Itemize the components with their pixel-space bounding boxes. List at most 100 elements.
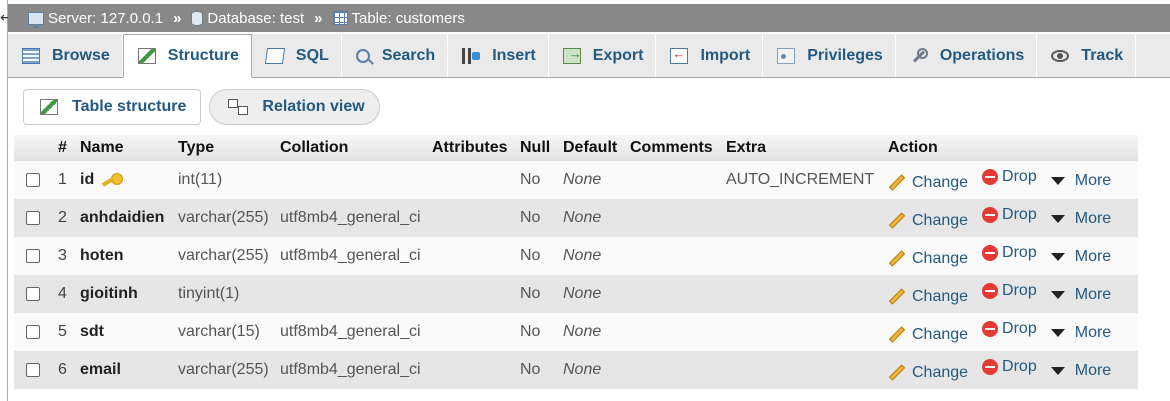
breadcrumb-database[interactable]: Database: test	[191, 10, 304, 27]
row-checkbox-cell	[14, 237, 54, 275]
tab-browse[interactable]: Browse	[8, 34, 123, 77]
pencil-icon	[888, 250, 906, 267]
caret-down-icon	[1050, 177, 1065, 186]
row-checkbox[interactable]	[26, 286, 40, 301]
tab-tracking[interactable]: Track	[1037, 34, 1137, 77]
column-default: None	[559, 351, 626, 389]
drop-label: Drop	[1002, 320, 1037, 338]
pencil-icon	[888, 174, 906, 191]
header-name[interactable]: Name	[76, 135, 174, 161]
row-checkbox[interactable]	[26, 172, 40, 187]
row-number: 3	[54, 237, 76, 275]
row-checkbox-cell	[14, 313, 54, 351]
tab-label: SQL	[295, 46, 329, 64]
change-link[interactable]: Change	[888, 364, 968, 382]
main-tabs: Browse Structure SQL Search Insert Expor…	[8, 34, 1170, 78]
more-dropdown[interactable]: More	[1050, 362, 1111, 380]
drop-link[interactable]: Drop	[982, 206, 1037, 224]
pencil-icon	[888, 326, 906, 343]
drop-link[interactable]: Drop	[982, 244, 1037, 262]
drop-link[interactable]: Drop	[982, 282, 1037, 300]
column-collation	[276, 275, 428, 313]
subtab-relation-view[interactable]: Relation view	[209, 89, 380, 125]
more-label: More	[1074, 286, 1112, 304]
column-name: id	[80, 171, 95, 188]
drop-link[interactable]: Drop	[982, 358, 1037, 376]
action-cell: Change Drop More	[884, 351, 1138, 389]
subtab-table-structure[interactable]: Table structure	[23, 89, 202, 125]
breadcrumb-server[interactable]: Server: 127.0.0.1	[28, 10, 163, 28]
row-checkbox-cell	[14, 275, 54, 313]
tab-label: Operations	[939, 46, 1025, 64]
drop-icon	[982, 321, 999, 338]
column-comments	[626, 199, 722, 237]
header-comments[interactable]: Comments	[626, 135, 722, 161]
column-name: hoten	[80, 247, 124, 264]
collapse-arrow-icon[interactable]: ←	[0, 4, 12, 32]
change-label: Change	[912, 287, 969, 305]
breadcrumb-table[interactable]: Table: customers	[332, 10, 465, 27]
more-dropdown[interactable]: More	[1050, 210, 1111, 228]
column-default: None	[559, 237, 626, 275]
column-extra	[722, 199, 884, 237]
tab-structure[interactable]: Structure	[122, 34, 252, 78]
tab-insert[interactable]: Insert	[448, 34, 549, 77]
column-comments	[626, 237, 722, 275]
header-type[interactable]: Type	[174, 135, 276, 161]
change-link[interactable]: Change	[888, 326, 968, 344]
drop-link[interactable]: Drop	[982, 168, 1037, 186]
more-dropdown[interactable]: More	[1050, 286, 1112, 304]
column-null: No	[516, 351, 559, 389]
row-number: 2	[54, 199, 76, 237]
change-label: Change	[912, 211, 969, 229]
table-row: 2 anhdaidien varchar(255) utf8mb4_general_c…	[14, 199, 1138, 237]
tab-search[interactable]: Search	[342, 34, 449, 77]
table-row: 3 hoten varchar(255) utf8mb4_general_ci No No…	[14, 237, 1138, 275]
column-type: int(11)	[174, 161, 276, 199]
row-checkbox-cell	[14, 161, 54, 199]
header-default[interactable]: Default	[559, 135, 626, 161]
header-attributes[interactable]: Attributes	[428, 135, 516, 161]
drop-link[interactable]: Drop	[982, 320, 1037, 338]
header-collation[interactable]: Collation	[276, 135, 428, 161]
row-number: 1	[54, 161, 76, 199]
row-checkbox[interactable]	[26, 248, 40, 263]
more-dropdown[interactable]: More	[1050, 248, 1111, 266]
row-checkbox[interactable]	[26, 210, 40, 225]
column-name: sdt	[80, 323, 104, 340]
subtab-label: Table structure	[72, 98, 187, 115]
more-dropdown[interactable]: More	[1050, 172, 1111, 190]
tab-operations[interactable]: Operations	[896, 34, 1038, 77]
tab-sql[interactable]: SQL	[252, 34, 342, 77]
search-icon	[355, 48, 370, 63]
table-row: 6 email varchar(255) utf8mb4_general_ci No No…	[14, 351, 1138, 389]
pencil-icon	[888, 288, 906, 305]
column-attributes	[428, 275, 516, 313]
pencil-icon	[888, 212, 906, 229]
action-cell: Change Drop More	[884, 313, 1138, 351]
column-type: varchar(255)	[174, 237, 276, 275]
column-attributes	[428, 313, 516, 351]
change-link[interactable]: Change	[888, 288, 968, 306]
row-checkbox[interactable]	[26, 324, 40, 339]
change-link[interactable]: Change	[888, 174, 968, 192]
action-cell: Change Drop More	[884, 237, 1138, 275]
column-name: anhdaidien	[80, 209, 165, 226]
primary-key-icon	[102, 172, 124, 187]
change-link[interactable]: Change	[888, 212, 968, 230]
caret-down-icon	[1050, 253, 1065, 262]
row-checkbox[interactable]	[26, 362, 40, 377]
row-number: 5	[54, 313, 76, 351]
header-extra[interactable]: Extra	[722, 135, 884, 161]
tab-import[interactable]: Import	[656, 34, 764, 77]
more-dropdown[interactable]: More	[1050, 324, 1111, 342]
change-link[interactable]: Change	[888, 250, 968, 268]
column-null: No	[516, 275, 559, 313]
header-null[interactable]: Null	[516, 135, 559, 161]
tab-export[interactable]: Export	[549, 34, 657, 77]
tab-label: Search	[381, 46, 436, 64]
column-null: No	[516, 313, 559, 351]
change-label: Change	[912, 325, 969, 343]
column-extra	[722, 313, 884, 351]
tab-privileges[interactable]: Privileges	[763, 34, 896, 77]
